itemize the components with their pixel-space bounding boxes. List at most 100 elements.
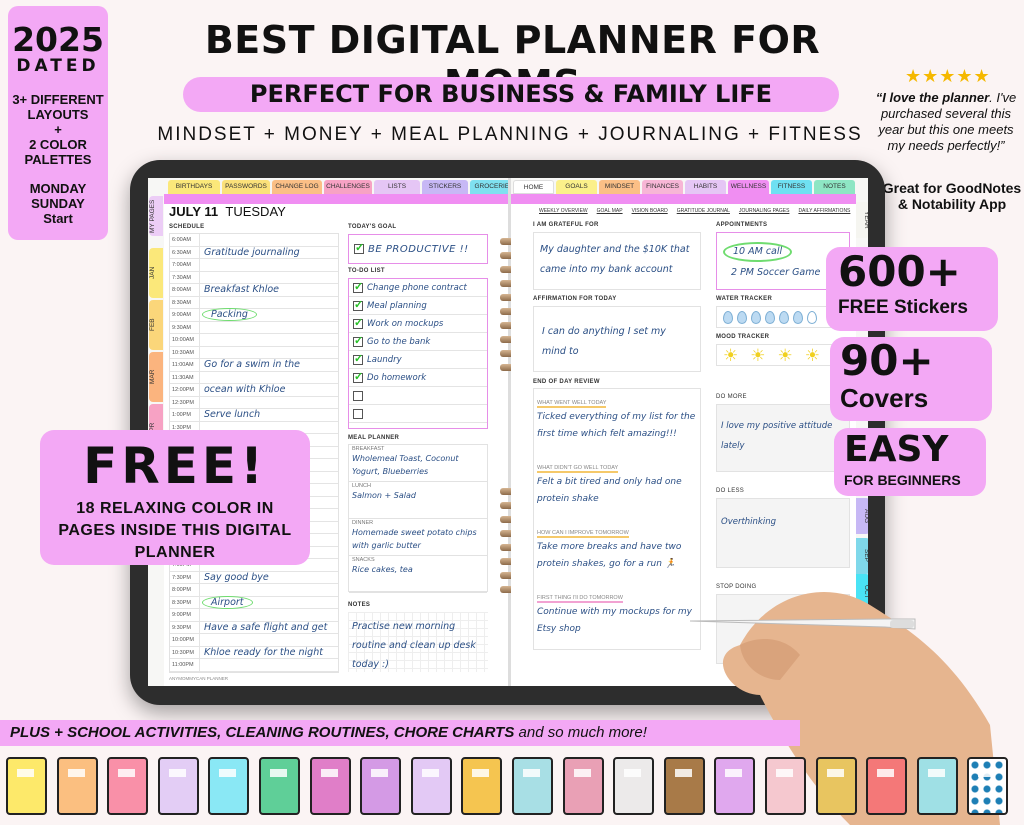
schedule-row[interactable]: 7:30AM [170,271,338,284]
tab-challenges[interactable]: CHALLENGES [324,180,372,194]
cover-thumbnail[interactable] [512,757,553,815]
side-tab-aug[interactable]: AUG [856,498,868,534]
water-drop-filled-icon[interactable] [765,310,775,324]
cover-thumbnail[interactable] [815,757,857,815]
schedule-row[interactable]: 1:00PM Serve lunch [170,409,338,422]
cover-thumbnail[interactable] [107,757,149,815]
meal-dinner[interactable]: DINNER Homemade sweet potato chips with g… [349,519,487,556]
review-section[interactable]: WHAT WENT WELL TODAY Ticked everything of… [534,389,700,454]
link-daily-affirmations[interactable]: DAILY AFFIRMATIONS [798,208,850,214]
meal-breakfast[interactable]: BREAKFAST Wholemeal Toast, Coconut Yogurt… [349,445,487,482]
todo-item[interactable]: ✓ Laundry [349,351,487,369]
link-goal-map[interactable]: GOAL MAP [597,208,623,214]
month-tab-feb[interactable]: FEB [149,300,163,350]
cover-thumbnail[interactable] [6,757,47,815]
cover-thumbnail[interactable] [866,757,908,815]
schedule-row[interactable]: 7:00AM [170,259,338,272]
todo-item[interactable]: ✓ Change phone contract [349,279,487,297]
review-section[interactable]: HOW CAN I IMPROVE TOMORROW Take more brea… [534,519,700,584]
tab-stickers[interactable]: STICKERS [422,180,468,194]
tab-wellness[interactable]: WELLNESS [728,180,769,194]
schedule-row[interactable]: 6:00AM [170,234,338,247]
tab-birthdays[interactable]: BIRTHDAYS [168,180,220,194]
cover-thumbnail[interactable] [360,757,402,815]
month-tab-jan[interactable]: JAN [149,248,163,298]
month-tab-mar[interactable]: MAR [149,352,163,402]
link-vision-board[interactable]: VISION BOARD [632,208,668,214]
cover-thumbnail[interactable] [157,757,199,815]
tab-home[interactable]: HOME [513,180,554,194]
schedule-row[interactable]: 8:30PM Airport [170,595,338,609]
cover-thumbnail[interactable] [208,757,250,815]
checkbox-empty-icon[interactable] [353,390,363,401]
tab-habits[interactable]: HABITS [685,180,726,194]
tab-passwords[interactable]: PASSWORDS [222,180,270,194]
schedule-row[interactable]: 8:30AM [170,296,338,309]
side-tab-year[interactable]: YEAR [856,202,868,238]
cover-thumbnail[interactable] [309,757,351,815]
checkbox-empty-icon[interactable] [353,408,363,419]
schedule-row[interactable]: 9:30AM [170,321,338,334]
link-journaling-pages[interactable]: JOURNALING PAGES [739,208,789,214]
link-gratitude-journal[interactable]: GRATITUDE JOURNAL [677,208,730,214]
tab-mindset[interactable]: MINDSET [599,180,640,194]
do-less-box[interactable]: Overthinking [716,498,850,568]
review-section[interactable]: WHAT DIDN'T GO WELL TODAY Felt a bit tire… [534,454,700,519]
sun-mood-icon[interactable]: ☀ [778,347,793,364]
schedule-row[interactable]: 6:30AM Gratitude journaling [170,246,338,259]
checkbox-checked-icon[interactable]: ✓ [353,335,363,347]
schedule-row[interactable]: 9:00PM [170,609,338,622]
cover-thumbnail[interactable] [663,757,705,815]
meal-snacks[interactable]: SNACKS Rice cakes, tea [349,556,487,593]
sun-mood-icon[interactable]: ☀ [723,347,738,364]
schedule-row[interactable]: 12:30PM [170,396,338,409]
water-drop-filled-icon[interactable] [737,310,747,324]
tab-goals[interactable]: GOALS [556,180,597,194]
schedule-row[interactable]: 7:30PM Say good bye [170,571,338,584]
sun-mood-icon[interactable]: ☀ [805,347,820,364]
schedule-row[interactable]: 11:30AM [170,371,338,384]
water-drop-filled-icon[interactable] [793,310,803,324]
schedule-row[interactable]: 11:00AM Go for a swim in the [170,359,338,372]
schedule-row[interactable]: 10:00AM [170,334,338,347]
checkbox-checked-icon[interactable]: ✓ [353,281,363,293]
meal-lunch[interactable]: LUNCH Salmon + Salad [349,482,487,519]
schedule-row[interactable]: 8:00PM [170,584,338,597]
schedule-row[interactable]: 10:30AM [170,346,338,359]
month-tab-my-pages[interactable]: MY PAGES [149,196,163,236]
schedule-row[interactable]: 8:00AM Breakfast Khloe [170,284,338,297]
cover-thumbnail[interactable] [259,757,300,815]
cover-thumbnail[interactable] [714,757,756,815]
todo-item[interactable] [349,405,487,423]
checkbox-checked-icon[interactable]: ✓ [353,317,363,329]
schedule-row[interactable]: 11:00PM [170,659,338,672]
checkbox-checked-icon[interactable]: ✓ [354,243,364,254]
water-drop-filled-icon[interactable] [723,310,733,324]
side-tab-sep[interactable]: SEP [856,538,868,574]
affirmation-box[interactable]: I can do anything I set my mind to [533,306,701,372]
schedule-row[interactable]: 9:00AM Packing [170,308,338,322]
schedule-row[interactable]: 10:30PM Khloe ready for the night [170,646,338,659]
water-drop-empty-icon[interactable] [807,310,817,324]
water-drop-filled-icon[interactable] [751,310,761,324]
grateful-box[interactable]: My daughter and the $10K that came into … [533,232,701,290]
water-drop-filled-icon[interactable] [779,310,789,324]
todo-item[interactable]: ✓ Work on mockups [349,315,487,333]
do-more-box[interactable]: I love my positive attitude lately [716,404,850,472]
schedule-row[interactable]: 10:00PM [170,634,338,647]
checkbox-checked-icon[interactable]: ✓ [353,353,363,365]
tab-lists[interactable]: LISTS [374,180,420,194]
link-weekly-overview[interactable]: WEEKLY OVERVIEW [539,208,588,214]
cover-thumbnail[interactable] [562,757,604,815]
schedule-row[interactable]: 9:30PM Have a safe flight and get [170,621,338,634]
todo-item[interactable]: ✓ Meal planning [349,297,487,315]
notes-area[interactable]: Practise new morning routine and clean u… [348,612,488,672]
tab-fitness[interactable]: FITNESS [771,180,812,194]
tab-change-log[interactable]: CHANGE LOG [272,180,322,194]
sun-mood-icon[interactable]: ☀ [750,347,765,364]
cover-thumbnail[interactable] [613,757,655,815]
checkbox-checked-icon[interactable]: ✓ [353,371,363,383]
review-section[interactable]: FIRST THING I'll DO TOMORROW Continue wit… [534,584,700,649]
checkbox-checked-icon[interactable]: ✓ [353,299,363,311]
tab-finances[interactable]: FINANCES [642,180,683,194]
